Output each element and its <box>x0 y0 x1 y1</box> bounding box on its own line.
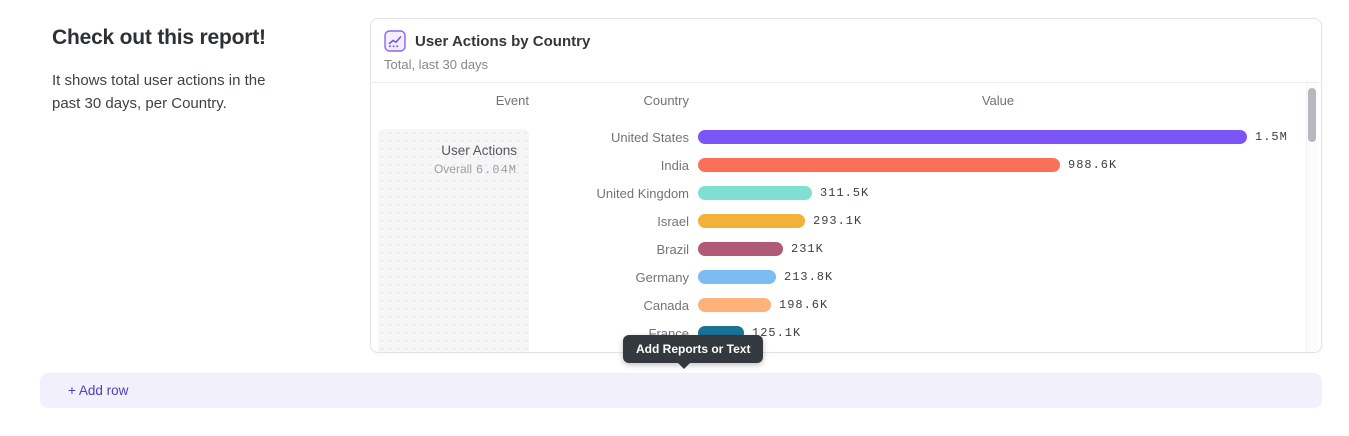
value-label: 988.6K <box>1068 158 1117 172</box>
country-label: Israel <box>371 214 689 229</box>
country-label: United States <box>371 130 689 145</box>
scrollbar-thumb[interactable] <box>1308 88 1316 142</box>
value-label: 311.5K <box>820 186 869 200</box>
value-bar[interactable] <box>698 298 771 312</box>
add-reports-tooltip: Add Reports or Text <box>623 335 763 363</box>
event-name: User Actions <box>378 143 517 158</box>
dashboard-canvas: Check out this report! It shows total us… <box>0 0 1349 436</box>
country-label: Canada <box>371 298 689 313</box>
country-label: Germany <box>371 270 689 285</box>
column-header-value: Value <box>698 93 1298 108</box>
chart-row[interactable]: France 125.1K <box>371 326 1321 340</box>
bar-chart-body: Event Country Value User Actions Overall… <box>371 82 1321 352</box>
column-header-country: Country <box>371 93 689 108</box>
chart-row[interactable]: Brazil 231K <box>371 242 1321 256</box>
chart-row[interactable]: Israel 293.1K <box>371 214 1321 228</box>
page-description: It shows total user actions in the past … <box>52 70 287 115</box>
line-chart-icon <box>384 30 406 52</box>
report-title[interactable]: User Actions by Country <box>415 33 590 50</box>
value-label: 1.5M <box>1255 130 1288 144</box>
chart-row[interactable]: United States 1.5M <box>371 130 1321 144</box>
value-label: 231K <box>791 242 824 256</box>
value-bar[interactable] <box>698 186 812 200</box>
chart-row[interactable]: United Kingdom 311.5K <box>371 186 1321 200</box>
report-subtitle: Total, last 30 days <box>384 57 1308 72</box>
value-label: 213.8K <box>784 270 833 284</box>
report-card-header: User Actions by Country Total, last 30 d… <box>371 19 1321 82</box>
chart-row[interactable]: Germany 213.8K <box>371 270 1321 284</box>
value-bar[interactable] <box>698 214 805 228</box>
value-bar[interactable] <box>698 270 776 284</box>
add-row-label: + Add row <box>68 383 128 398</box>
value-bar[interactable] <box>698 130 1247 144</box>
chart-row[interactable]: Canada 198.6K <box>371 298 1321 312</box>
chart-scrollbar[interactable] <box>1306 83 1318 352</box>
value-label: 293.1K <box>813 214 862 228</box>
value-label: 198.6K <box>779 298 828 312</box>
text-card[interactable]: Check out this report! It shows total us… <box>52 26 302 115</box>
report-card[interactable]: User Actions by Country Total, last 30 d… <box>370 18 1322 353</box>
tooltip-arrow <box>677 362 691 369</box>
tooltip-label: Add Reports or Text <box>636 342 750 356</box>
page-title: Check out this report! <box>52 26 302 50</box>
chart-row[interactable]: India 988.6K <box>371 158 1321 172</box>
country-label: Brazil <box>371 242 689 257</box>
add-row-button[interactable]: + Add row <box>40 373 1322 408</box>
country-label: United Kingdom <box>371 186 689 201</box>
value-bar[interactable] <box>698 158 1060 172</box>
country-label: India <box>371 158 689 173</box>
value-bar[interactable] <box>698 242 783 256</box>
